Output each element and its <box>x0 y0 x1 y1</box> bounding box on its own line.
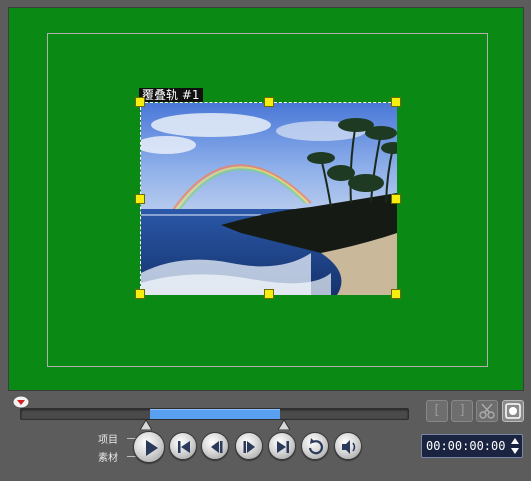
timecode-spinner-icon[interactable] <box>510 437 520 455</box>
mode-clip-label[interactable]: 素材 <box>98 449 118 464</box>
go-to-start-icon <box>178 441 190 453</box>
mode-project-label[interactable]: 项目 <box>98 431 118 446</box>
volume-icon <box>342 440 356 454</box>
timecode-value[interactable]: 00:00:00:00 <box>426 439 505 453</box>
trim-start-handle[interactable] <box>140 420 152 430</box>
next-frame-icon <box>243 441 255 453</box>
next-frame-button[interactable] <box>235 432 263 460</box>
volume-button[interactable] <box>334 432 362 460</box>
scissors-icon <box>479 403 495 419</box>
overlay-photo-beach-rainbow <box>141 103 397 295</box>
repeat-icon <box>308 438 324 455</box>
resize-handle-top-right[interactable] <box>391 97 401 107</box>
repeat-button[interactable] <box>301 432 329 460</box>
previous-frame-button[interactable] <box>201 432 229 460</box>
go-to-start-button[interactable] <box>169 432 197 460</box>
trim-selection-range[interactable] <box>150 409 280 419</box>
enlarge-preview-button[interactable] <box>502 400 524 422</box>
go-to-end-icon <box>277 441 289 453</box>
playhead-marker[interactable] <box>12 395 30 409</box>
resize-handle-top[interactable] <box>264 97 274 107</box>
resize-handle-bottom-left[interactable] <box>135 289 145 299</box>
resize-handle-bottom[interactable] <box>264 289 274 299</box>
mark-in-button[interactable]: [ <box>426 400 448 422</box>
mark-out-button[interactable]: ] <box>451 400 473 422</box>
video-editor-preview-panel: 覆叠轨 #1 [] 项目 素材 00:00:00:00 <box>0 0 531 481</box>
resize-handle-right[interactable] <box>391 194 401 204</box>
enlarge-preview-icon <box>505 403 521 419</box>
overlay-clip[interactable]: 覆叠轨 #1 <box>135 88 401 299</box>
play-icon <box>146 440 158 456</box>
preview-window[interactable]: 覆叠轨 #1 <box>8 7 524 391</box>
timecode-field[interactable]: 00:00:00:00 <box>421 434 523 458</box>
resize-handle-left[interactable] <box>135 194 145 204</box>
overlay-track-label: 覆叠轨 #1 <box>139 88 203 102</box>
play-button[interactable] <box>133 431 165 463</box>
resize-handle-top-left[interactable] <box>135 97 145 107</box>
previous-frame-icon <box>211 441 223 453</box>
cut-clip-button[interactable] <box>476 400 498 422</box>
trim-end-handle[interactable] <box>278 420 290 430</box>
resize-handle-bottom-right[interactable] <box>391 289 401 299</box>
go-to-end-button[interactable] <box>268 432 296 460</box>
